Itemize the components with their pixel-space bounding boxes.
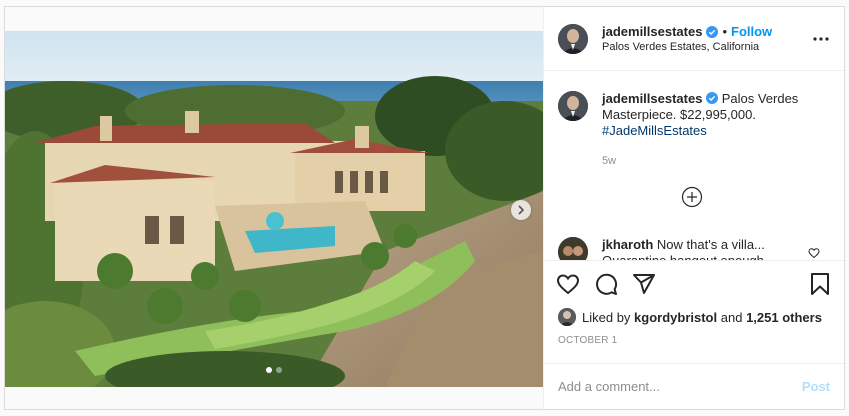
caption-time[interactable]: 5w: [602, 153, 828, 169]
comment-icon[interactable]: [594, 272, 618, 296]
comment-text-line2: Quarantine hangout enough: [602, 253, 764, 261]
likes-summary: Liked by kgordybristol and 1,251 others: [544, 307, 844, 327]
instagram-post: jademillsestates • Follow Palos Verdes E…: [4, 6, 845, 410]
post-media: [5, 7, 544, 409]
comment-item: jkharoth Now that's a villa... Quarantin…: [558, 237, 828, 261]
heart-icon[interactable]: [808, 247, 820, 259]
comment-username[interactable]: jkharoth: [602, 237, 653, 252]
author-avatar[interactable]: [558, 23, 588, 54]
bookmark-icon[interactable]: [808, 272, 832, 296]
heart-icon[interactable]: [556, 272, 580, 296]
header-separator: •: [722, 24, 728, 39]
comment-text-line1: Now that's a villa...: [656, 237, 765, 252]
commenter-avatar[interactable]: [558, 237, 588, 260]
caption-username[interactable]: jademillsestates: [602, 91, 702, 106]
comments-section: jademillsestates Palos Verdes Masterpiec…: [544, 71, 844, 261]
carousel-next-button[interactable]: [511, 200, 531, 220]
verified-badge-icon: [706, 25, 719, 38]
send-icon[interactable]: [632, 272, 656, 296]
more-horizontal-icon[interactable]: [812, 36, 830, 42]
post-actions: [544, 261, 844, 307]
liker-avatar[interactable]: [558, 308, 576, 326]
comment-input[interactable]: [558, 379, 802, 394]
post-caption: jademillsestates Palos Verdes Masterpiec…: [558, 91, 828, 169]
follow-button[interactable]: Follow: [731, 24, 772, 39]
likes-count[interactable]: 1,251 others: [746, 310, 822, 325]
post-date[interactable]: OCTOBER 1: [544, 327, 844, 363]
post-header: jademillsestates • Follow Palos Verdes E…: [544, 7, 844, 71]
liker-username[interactable]: kgordybristol: [634, 310, 717, 325]
author-username[interactable]: jademillsestates: [602, 24, 702, 39]
post-comment-button[interactable]: Post: [802, 379, 830, 394]
carousel-dot-active: [266, 367, 272, 373]
caption-avatar[interactable]: [558, 91, 588, 121]
likes-prefix: Liked by: [582, 309, 631, 325]
add-comment-bar: Post: [544, 363, 844, 409]
caption-hashtag[interactable]: #JadeMillsEstates: [602, 123, 707, 138]
post-location[interactable]: Palos Verdes Estates, California: [602, 41, 812, 53]
post-photo[interactable]: [5, 31, 544, 387]
likes-conjunction: and: [720, 309, 743, 325]
chevron-right-icon: [518, 205, 525, 215]
carousel-indicator: [5, 367, 543, 373]
carousel-dot: [276, 367, 282, 373]
plus-circle-icon[interactable]: [681, 186, 703, 208]
post-side-panel: jademillsestates • Follow Palos Verdes E…: [544, 7, 844, 409]
verified-badge-icon: [706, 92, 719, 104]
